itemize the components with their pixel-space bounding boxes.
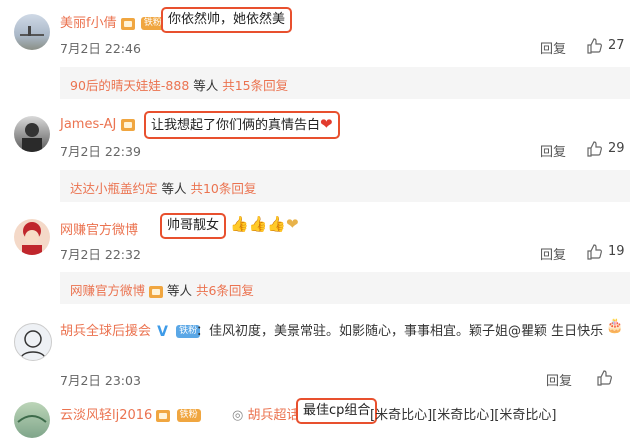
comment-timestamp: 7月2日 22:32 bbox=[60, 247, 141, 262]
comment-timestamp: 7月2日 22:39 bbox=[60, 144, 141, 159]
avatar-image bbox=[17, 415, 47, 423]
thread-suffix: 等人 bbox=[189, 78, 223, 93]
avatar[interactable] bbox=[14, 323, 52, 361]
reply-button[interactable]: 回复 bbox=[540, 244, 566, 263]
thread-count-link[interactable]: 共15条回复 bbox=[222, 78, 288, 93]
comment-text: ：佳风初度，美景常驻。如影随心，事事相宜。颖子姐@瞿颖 生日快乐 bbox=[196, 324, 604, 339]
comment-text-highlight: 让我想起了你们俩的真情告白❤ bbox=[144, 111, 340, 139]
comment-username[interactable]: 美丽f小倩 铁粉 bbox=[60, 12, 165, 31]
thumbs-up-icon[interactable] bbox=[586, 38, 602, 54]
reply-thread-summary[interactable]: 90后的晴天娃娃-888 等人 共15条回复 bbox=[60, 67, 630, 99]
crown-icon bbox=[120, 118, 135, 131]
thumbs-up-icon[interactable] bbox=[586, 244, 602, 260]
thread-count-link[interactable]: 共6条回复 bbox=[196, 283, 254, 298]
thread-count-link[interactable]: 共10条回复 bbox=[190, 181, 256, 196]
avatar-image bbox=[20, 26, 44, 36]
thread-user-link[interactable]: 网赚官方微博 bbox=[70, 283, 145, 298]
emoji-group: 👍👍👍❤ bbox=[230, 215, 299, 233]
comment-text-highlight: 最佳cp组合 bbox=[296, 398, 378, 424]
crown-icon bbox=[149, 285, 163, 298]
comment-trailing-emoji: [米奇比心][米奇比心][米奇比心] bbox=[370, 408, 557, 423]
comment-timestamp: 7月2日 22:46 bbox=[60, 41, 141, 56]
topic-link[interactable]: 胡兵超话 bbox=[247, 408, 299, 423]
crown-icon bbox=[156, 409, 171, 422]
reply-button[interactable]: 回复 bbox=[540, 141, 566, 160]
eye-icon: ◎ bbox=[232, 408, 244, 423]
comment-timestamp: 7月2日 23:03 bbox=[60, 373, 141, 388]
reply-thread-summary[interactable]: 网赚官方微博 等人 共6条回复 bbox=[60, 272, 630, 304]
avatar[interactable] bbox=[14, 402, 50, 438]
avatar[interactable] bbox=[14, 219, 50, 255]
verified-v-icon: V bbox=[157, 323, 168, 340]
avatar-image bbox=[20, 330, 46, 359]
repost-line: ◎ 胡兵超话 bbox=[232, 404, 300, 423]
thumbs-up-icon[interactable] bbox=[586, 141, 602, 157]
reply-thread-summary[interactable]: 达达小瓶盖约定 等人 共10条回复 bbox=[60, 170, 630, 202]
fan-badge: 铁粉 bbox=[176, 409, 201, 422]
crown-icon bbox=[120, 17, 135, 30]
like-count: 29 bbox=[608, 141, 625, 156]
like-count: 27 bbox=[608, 38, 625, 53]
thread-summary-text: 网赚官方微博 等人 共6条回复 bbox=[70, 280, 254, 299]
thread-suffix: 等人 bbox=[163, 283, 196, 298]
avatar[interactable] bbox=[14, 116, 50, 152]
reply-button[interactable]: 回复 bbox=[546, 370, 572, 389]
comment-username[interactable]: James-AJ bbox=[60, 117, 135, 132]
comment-username[interactable]: 网赚官方微博 bbox=[60, 219, 138, 238]
comment-username[interactable]: 胡兵全球后援会 V 铁粉 bbox=[60, 320, 201, 340]
avatar-image bbox=[22, 123, 42, 152]
thread-summary-text: 达达小瓶盖约定 等人 共10条回复 bbox=[70, 178, 256, 197]
thread-user-link[interactable]: 达达小瓶盖约定 bbox=[70, 181, 158, 196]
comment-username[interactable]: 云淡风轻lj2016 铁粉 bbox=[60, 404, 201, 423]
avatar-image bbox=[22, 222, 42, 255]
avatar[interactable] bbox=[14, 14, 50, 50]
comment-text-highlight: 帅哥靓女 bbox=[160, 213, 227, 239]
thread-suffix: 等人 bbox=[157, 181, 191, 196]
reply-button[interactable]: 回复 bbox=[540, 38, 566, 57]
thumbs-up-icon[interactable] bbox=[596, 370, 612, 386]
heart-emoji: ❤ bbox=[320, 115, 333, 133]
thread-summary-text: 90后的晴天娃娃-888 等人 共15条回复 bbox=[70, 75, 288, 94]
cake-emoji: 🎂 bbox=[606, 318, 624, 334]
thread-user-link[interactable]: 90后的晴天娃娃-888 bbox=[70, 78, 189, 93]
like-count: 19 bbox=[608, 244, 625, 259]
comment-text-highlight: 你依然帅，她依然美 bbox=[161, 7, 293, 33]
